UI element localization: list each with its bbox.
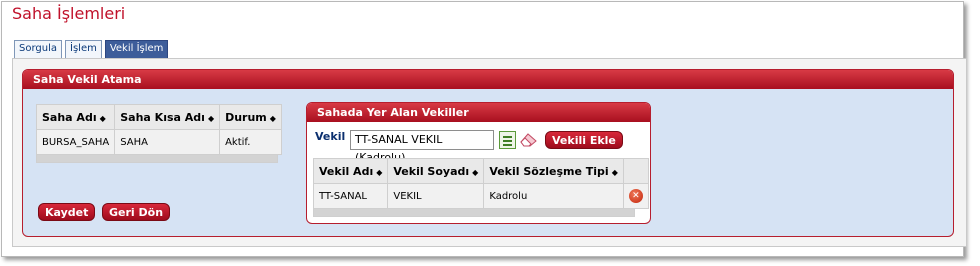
grid-footer (36, 155, 278, 163)
tab-islem[interactable]: İşlem (65, 40, 102, 58)
vekiller-panel-header: Sahada Yer Alan Vekiller (307, 103, 650, 122)
column-header-vekil-soyadi[interactable]: Vekil Soyadı ◆ (387, 158, 485, 184)
app-window: Saha İşlemleri Sorgula İşlem Vekil İşlem… (1, 1, 967, 257)
vekil-select[interactable]: TT-SANAL VEKIL (Kadrolu) (350, 130, 494, 164)
column-header-saha-adi[interactable]: Saha Adı ◆ (35, 104, 116, 130)
back-button[interactable]: Geri Dön (102, 203, 171, 221)
vekil-label: Vekil (315, 130, 346, 143)
column-header-durum[interactable]: Durum ◆ (219, 104, 282, 130)
save-button[interactable]: Kaydet (38, 203, 96, 221)
cell-saha-adi: BURSA_SAHA (35, 129, 116, 155)
column-header-actions (622, 158, 649, 184)
vekiller-panel: Sahada Yer Alan Vekiller Vekil TT-SANAL … (306, 102, 651, 224)
list-icon[interactable] (499, 131, 516, 149)
tab-sorgula[interactable]: Sorgula (14, 40, 62, 58)
tab-bar: Sorgula İşlem Vekil İşlem (14, 40, 169, 58)
eraser-icon[interactable] (519, 131, 539, 147)
sort-icon: ◆ (472, 167, 479, 177)
sort-icon: ◆ (611, 167, 618, 177)
table-row[interactable]: TT-SANAL VEKIL Kadrolu ✕ (312, 183, 649, 209)
tab-panel: Saha Vekil Atama Saha Adı ◆ Saha Kısa Adı… (12, 58, 967, 247)
saha-grid: Saha Adı ◆ Saha Kısa Adı ◆ Durum ◆ BURSA_SA… (35, 104, 282, 163)
tab-vekil-islem[interactable]: Vekil İşlem (104, 40, 169, 58)
delete-icon[interactable]: ✕ (628, 189, 643, 203)
vekil-grid: Vekil Adı ◆ Vekil Soyadı ◆ Vekil Sözleşme … (312, 158, 649, 217)
saha-vekil-atama-section: Saha Vekil Atama Saha Adı ◆ Saha Kısa Adı… (22, 69, 954, 237)
sort-icon: ◆ (376, 167, 383, 177)
sort-icon: ◆ (269, 113, 276, 123)
sort-icon: ◆ (207, 113, 215, 123)
column-header-vekil-adi[interactable]: Vekil Adı ◆ (312, 158, 389, 184)
page-title: Saha İşlemleri (12, 4, 126, 23)
sort-icon: ◆ (99, 113, 106, 123)
column-header-vekil-sozlesme-tipi[interactable]: Vekil Sözleşme Tipi ◆ (483, 158, 624, 184)
table-row[interactable]: BURSA_SAHA SAHA Aktif. (35, 129, 282, 155)
column-header-saha-kisa-adi[interactable]: Saha Kısa Adı ◆ (114, 104, 221, 130)
add-vekil-button[interactable]: Vekili Ekle (545, 131, 623, 149)
cell-actions: ✕ (622, 183, 649, 209)
section-header: Saha Vekil Atama (23, 70, 953, 89)
cell-vekil-adi: TT-SANAL (312, 183, 389, 209)
cell-vekil-soyadi: VEKIL (387, 183, 485, 209)
cell-saha-kisa-adi: SAHA (114, 129, 221, 155)
grid-footer (313, 209, 635, 217)
cell-durum: Aktif. (219, 129, 282, 155)
cell-vekil-sozlesme-tipi: Kadrolu (483, 183, 624, 209)
